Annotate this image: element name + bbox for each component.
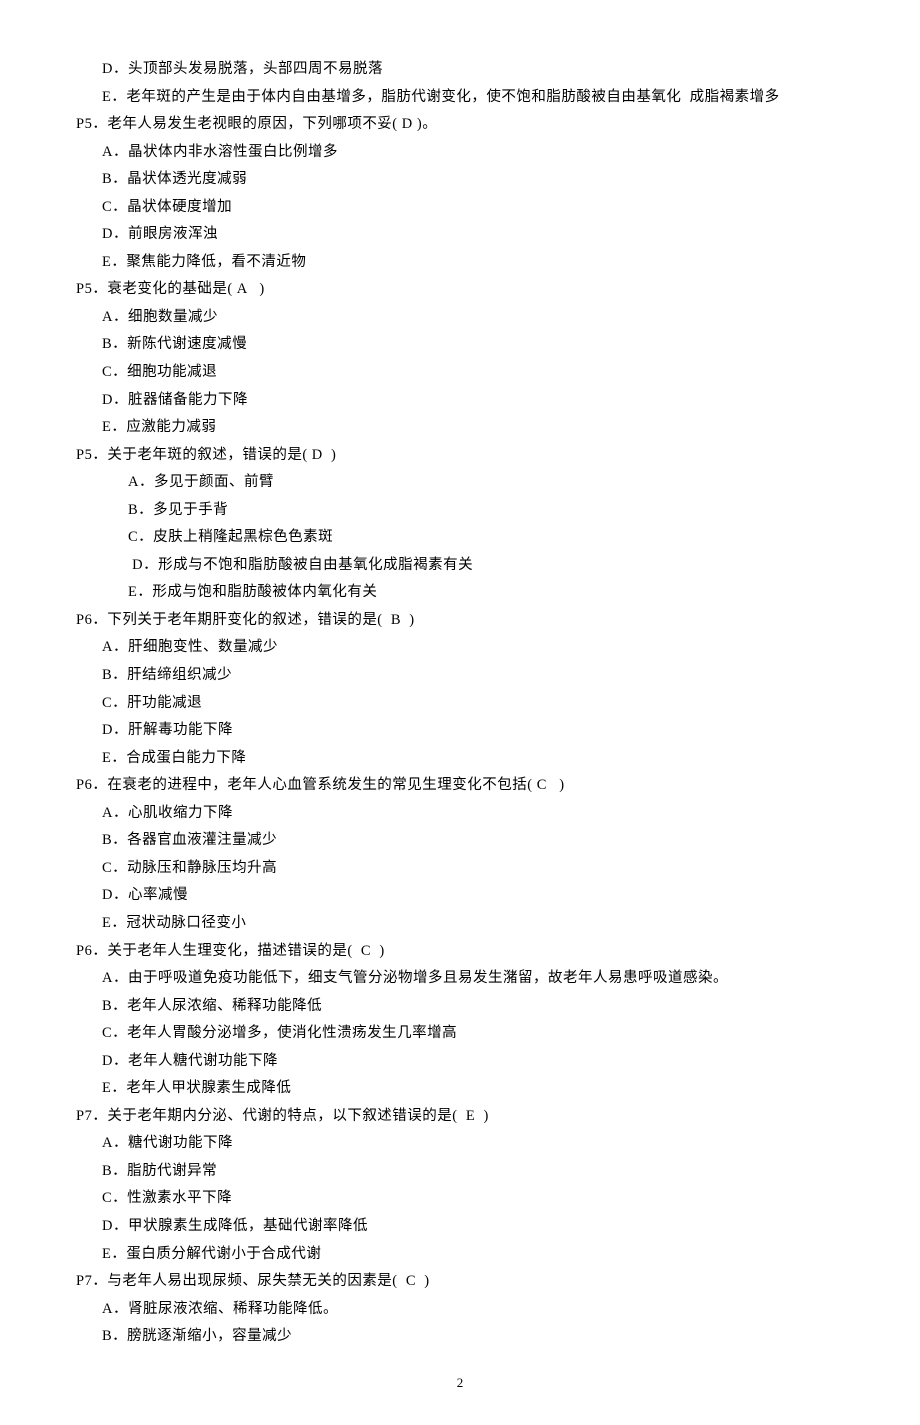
option-line: D．老年人糖代谢功能下降 <box>70 1048 850 1076</box>
option-line: A．细胞数量减少 <box>70 304 850 332</box>
option-line: C．性激素水平下降 <box>70 1185 850 1213</box>
question-line: P6．在衰老的进程中，老年人心血管系统发生的常见生理变化不包括( C ) <box>70 772 850 800</box>
question-line: P5．老年人易发生老视眼的原因，下列哪项不妥( D )。 <box>70 111 850 139</box>
option-line: C．细胞功能减退 <box>70 359 850 387</box>
option-line: E．老年斑的产生是由于体内自由基增多，脂肪代谢变化，使不饱和脂肪酸被自由基氧化 … <box>70 84 850 112</box>
option-line: D．肝解毒功能下降 <box>70 717 850 745</box>
option-line: E．老年人甲状腺素生成降低 <box>70 1075 850 1103</box>
option-line: C．老年人胃酸分泌增多，使消化性溃疡发生几率增高 <box>70 1020 850 1048</box>
option-line: E．形成与饱和脂肪酸被体内氧化有关 <box>70 579 850 607</box>
option-line: B．多见于手背 <box>70 497 850 525</box>
option-line: E．蛋白质分解代谢小于合成代谢 <box>70 1241 850 1269</box>
option-line: B．膀胱逐渐缩小，容量减少 <box>70 1323 850 1351</box>
option-line: B．肝结缔组织减少 <box>70 662 850 690</box>
question-line: P5．关于老年斑的叙述，错误的是( D ) <box>70 442 850 470</box>
option-line: B．各器官血液灌注量减少 <box>70 827 850 855</box>
question-line: P5．衰老变化的基础是( A ) <box>70 276 850 304</box>
option-line: A．晶状体内非水溶性蛋白比例增多 <box>70 139 850 167</box>
option-line: D．形成与不饱和脂肪酸被自由基氧化成脂褐素有关 <box>70 552 850 580</box>
question-line: P6．关于老年人生理变化，描述错误的是( C ) <box>70 938 850 966</box>
option-line: B．脂肪代谢异常 <box>70 1158 850 1186</box>
option-line: C．皮肤上稍隆起黑棕色色素斑 <box>70 524 850 552</box>
option-line: E．聚焦能力降低，看不清近物 <box>70 249 850 277</box>
option-line: D．心率减慢 <box>70 882 850 910</box>
question-line: P7．关于老年期内分泌、代谢的特点，以下叙述错误的是( E ) <box>70 1103 850 1131</box>
option-line: B．晶状体透光度减弱 <box>70 166 850 194</box>
question-line: P7．与老年人易出现尿频、尿失禁无关的因素是( C ) <box>70 1268 850 1296</box>
option-line: A．肝细胞变性、数量减少 <box>70 634 850 662</box>
option-line: A．多见于颜面、前臂 <box>70 469 850 497</box>
option-line: C．动脉压和静脉压均升高 <box>70 855 850 883</box>
option-line: E．冠状动脉口径变小 <box>70 910 850 938</box>
content-area: D．头顶部头发易脱落，头部四周不易脱落E．老年斑的产生是由于体内自由基增多，脂肪… <box>70 56 850 1351</box>
option-line: A．由于呼吸道免疫功能低下，细支气管分泌物增多且易发生潴留，故老年人易患呼吸道感… <box>70 965 850 993</box>
option-line: E．应激能力减弱 <box>70 414 850 442</box>
question-line: P6．下列关于老年期肝变化的叙述，错误的是( B ) <box>70 607 850 635</box>
option-line: E．合成蛋白能力下降 <box>70 745 850 773</box>
option-line: B．新陈代谢速度减慢 <box>70 331 850 359</box>
option-line: A．肾脏尿液浓缩、稀释功能降低。 <box>70 1296 850 1324</box>
page-number: 2 <box>70 1371 850 1396</box>
option-line: D．甲状腺素生成降低，基础代谢率降低 <box>70 1213 850 1241</box>
option-line: A．糖代谢功能下降 <box>70 1130 850 1158</box>
option-line: D．头顶部头发易脱落，头部四周不易脱落 <box>70 56 850 84</box>
option-line: A．心肌收缩力下降 <box>70 800 850 828</box>
option-line: D．脏器储备能力下降 <box>70 387 850 415</box>
option-line: C．肝功能减退 <box>70 690 850 718</box>
option-line: B．老年人尿浓缩、稀释功能降低 <box>70 993 850 1021</box>
option-line: C．晶状体硬度增加 <box>70 194 850 222</box>
document-page: D．头顶部头发易脱落，头部四周不易脱落E．老年斑的产生是由于体内自由基增多，脂肪… <box>0 0 920 1425</box>
option-line: D．前眼房液浑浊 <box>70 221 850 249</box>
